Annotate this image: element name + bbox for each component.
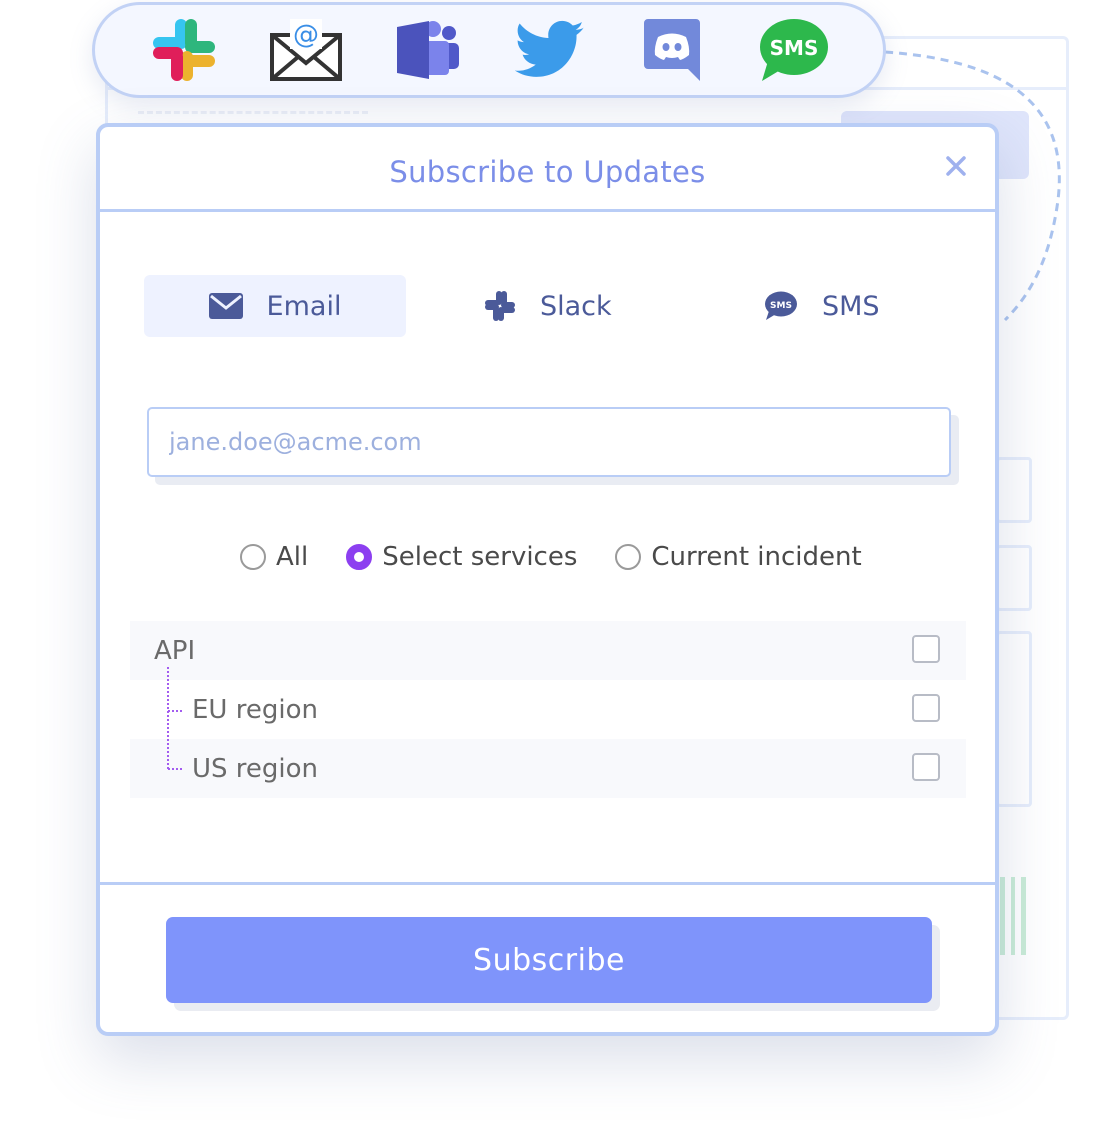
radio-select-services-circle[interactable]: [346, 544, 373, 570]
scope-radio-group: All Select services Current incident: [240, 537, 900, 577]
tab-sms-label: SMS: [822, 290, 880, 322]
tab-email[interactable]: Email: [144, 275, 406, 337]
service-label-eu-region: EU region: [192, 694, 318, 725]
slack-logo-icon: [146, 15, 222, 85]
service-row-eu-region: EU region: [130, 680, 966, 739]
discord-logo-icon: [634, 15, 710, 85]
radio-current-incident-circle[interactable]: [615, 544, 642, 570]
email-at-icon: @: [268, 15, 344, 85]
service-checkbox-api[interactable]: [912, 635, 940, 663]
sms-bubble-icon: SMS: [756, 15, 832, 85]
close-icon[interactable]: [945, 155, 967, 177]
radio-current-incident[interactable]: Current incident: [615, 542, 862, 572]
sms-bubble-text: SMS: [770, 36, 819, 60]
slack-icon: [485, 291, 515, 321]
radio-select-services-label: Select services: [382, 542, 578, 572]
teams-logo-icon: [390, 15, 466, 85]
modal-footer-divider: [100, 882, 995, 885]
service-row-us-region: US region: [130, 739, 966, 798]
service-row-api: API: [130, 621, 966, 680]
subscribe-button[interactable]: Subscribe: [166, 917, 932, 1003]
service-checkbox-us-region[interactable]: [912, 753, 940, 781]
subscribe-modal: Subscribe to Updates Email Slack SMS SMS…: [96, 123, 999, 1036]
modal-header: Subscribe to Updates: [100, 127, 995, 212]
tab-sms-icon-text: SMS: [770, 301, 792, 311]
background-status-bars: [999, 877, 1026, 955]
tab-slack[interactable]: Slack: [484, 275, 634, 337]
service-label-api: API: [154, 635, 196, 666]
email-field[interactable]: [147, 407, 951, 477]
radio-all-circle[interactable]: [240, 544, 266, 570]
modal-title: Subscribe to Updates: [389, 155, 706, 189]
sms-bubble-icon: SMS: [765, 291, 797, 320]
subscribe-button-wrapper: Subscribe: [166, 917, 940, 1011]
channel-tabs: Email Slack SMS SMS: [144, 275, 934, 337]
email-field-wrapper: [147, 407, 959, 485]
envelope-icon: [208, 293, 243, 319]
service-checkbox-eu-region[interactable]: [912, 694, 940, 722]
tab-slack-label: Slack: [540, 290, 612, 322]
radio-all[interactable]: All: [240, 542, 308, 572]
radio-all-label: All: [276, 542, 309, 572]
service-label-us-region: US region: [192, 753, 319, 784]
radio-current-incident-label: Current incident: [651, 542, 862, 572]
radio-select-services[interactable]: Select services: [346, 542, 577, 572]
tab-sms[interactable]: SMS SMS: [764, 275, 904, 337]
twitter-logo-icon: [512, 15, 588, 85]
stage: @ SMS Subscribe to Updates Email Slack S…: [0, 0, 1113, 1140]
background-field: [996, 545, 1032, 611]
tab-email-label: Email: [266, 290, 342, 322]
svg-text:@: @: [293, 20, 319, 50]
background-field: [996, 457, 1032, 523]
background-field: [996, 631, 1032, 807]
channel-bar: @ SMS: [92, 2, 886, 98]
services-list: API EU region US region: [130, 621, 966, 798]
